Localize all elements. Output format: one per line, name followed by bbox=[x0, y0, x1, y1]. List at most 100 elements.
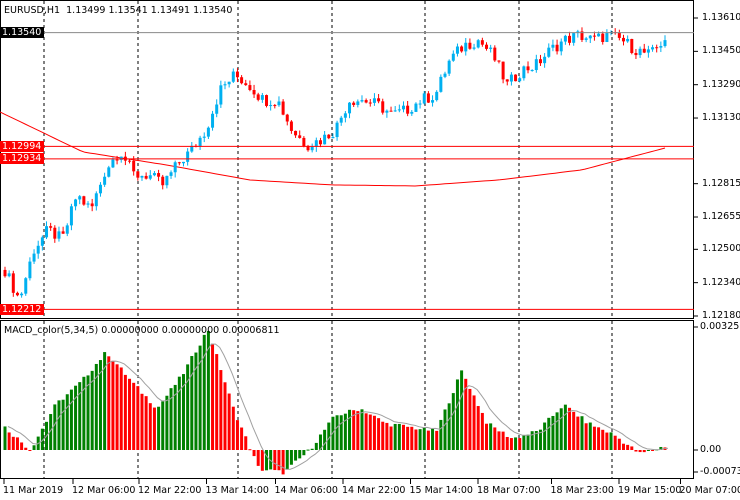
bear-candle bbox=[289, 121, 293, 131]
macd-bar-down bbox=[111, 360, 115, 450]
bull-candle bbox=[572, 33, 576, 43]
macd-bar-down bbox=[505, 436, 509, 450]
macd-bar-down bbox=[621, 443, 625, 450]
bull-candle bbox=[111, 159, 115, 168]
bull-candle bbox=[551, 44, 555, 48]
macd-bar-down bbox=[626, 444, 630, 450]
bull-candle bbox=[489, 47, 493, 49]
macd-bar-up bbox=[418, 429, 422, 450]
bull-candle bbox=[559, 41, 563, 52]
bull-candle bbox=[435, 91, 439, 101]
bear-candle bbox=[177, 162, 181, 164]
macd-bar-down bbox=[651, 450, 655, 451]
bull-candle bbox=[646, 49, 650, 53]
time-axis-label: 15 Mar 14:00 bbox=[409, 485, 473, 496]
bull-candle bbox=[215, 104, 219, 114]
indicator-value: 0.00000000 bbox=[101, 325, 159, 336]
indicator-header: MACD_color(5,34,5) 0.00000000 0.00000000… bbox=[4, 325, 280, 337]
bull-candle bbox=[310, 146, 314, 151]
time-axis-label: 14 Mar 06:00 bbox=[274, 485, 338, 496]
macd-bar-up bbox=[343, 413, 347, 450]
bull-candle bbox=[547, 47, 551, 57]
macd-bar-down bbox=[576, 416, 580, 450]
bull-candle bbox=[223, 84, 227, 86]
macd-bar-down bbox=[273, 450, 277, 471]
price-axis-label: 1.12500 bbox=[702, 243, 740, 255]
bull-candle bbox=[397, 109, 401, 111]
bull-candle bbox=[605, 32, 609, 43]
macd-bar-down bbox=[148, 403, 152, 450]
macd-bar-up bbox=[588, 422, 592, 450]
macd-bar-up bbox=[522, 435, 526, 450]
bull-candle bbox=[638, 48, 642, 56]
macd-bar-down bbox=[630, 446, 634, 450]
bull-candle bbox=[431, 100, 435, 103]
indicator-value: 0.00000000 bbox=[161, 325, 220, 336]
macd-bar-up bbox=[202, 334, 206, 450]
macd-bar-down bbox=[107, 356, 111, 450]
price-axis-label: 1.13130 bbox=[702, 112, 740, 124]
bull-candle bbox=[74, 199, 78, 207]
bull-candle bbox=[227, 81, 231, 85]
bear-candle bbox=[352, 102, 356, 105]
bear-candle bbox=[53, 227, 57, 239]
price-tag: 1.12212 bbox=[0, 303, 44, 315]
macd-bar-up bbox=[298, 450, 302, 459]
macd-bar-down bbox=[480, 412, 484, 450]
macd-bar-down bbox=[435, 430, 439, 450]
macd-bar-down bbox=[377, 418, 381, 450]
bear-candle bbox=[389, 110, 393, 112]
bear-candle bbox=[90, 203, 94, 207]
time-axis-label: 11 Mar 2019 bbox=[3, 485, 64, 496]
macd-bar-up bbox=[393, 423, 397, 450]
macd-bar-down bbox=[485, 423, 489, 450]
macd-bar-down bbox=[260, 450, 264, 471]
bull-candle bbox=[152, 173, 156, 176]
bear-candle bbox=[11, 273, 15, 293]
bear-candle bbox=[115, 159, 119, 161]
macd-bar-down bbox=[401, 424, 405, 450]
bear-candle bbox=[294, 130, 298, 136]
bull-candle bbox=[269, 105, 273, 107]
macd-bar-down bbox=[219, 370, 223, 450]
bear-candle bbox=[460, 46, 464, 52]
bull-candle bbox=[78, 196, 82, 200]
bull-candle bbox=[534, 59, 538, 71]
macd-bar-up bbox=[431, 428, 435, 450]
bear-candle bbox=[318, 140, 322, 145]
bear-candle bbox=[132, 160, 136, 172]
price-axis-label: 1.13610 bbox=[702, 12, 740, 23]
bear-candle bbox=[505, 79, 509, 82]
macd-bar-down bbox=[381, 421, 385, 450]
macd-bar-down bbox=[132, 382, 136, 450]
bear-candle bbox=[377, 98, 381, 102]
macd-bar-up bbox=[580, 416, 584, 450]
bear-candle bbox=[621, 37, 625, 42]
macd-bar-up bbox=[3, 426, 7, 450]
bear-candle bbox=[49, 226, 53, 228]
bull-candle bbox=[32, 253, 36, 262]
macd-bar-down bbox=[115, 364, 119, 450]
macd-bar-down bbox=[426, 430, 430, 450]
bull-candle bbox=[584, 38, 588, 40]
price-axis-label: 1.13450 bbox=[702, 45, 740, 57]
macd-bar-down bbox=[277, 450, 281, 471]
macd-bar-down bbox=[368, 414, 372, 450]
chart-header: EURUSD,H1 1.13499 1.13541 1.13491 1.1354… bbox=[4, 5, 232, 17]
bull-candle bbox=[588, 35, 592, 39]
bear-candle bbox=[256, 94, 260, 100]
time-axis-label: 12 Mar 22:00 bbox=[138, 485, 202, 496]
bear-candle bbox=[630, 38, 634, 53]
macd-bar-down bbox=[7, 432, 11, 450]
time-axis-label: 20 Mar 07:00 bbox=[679, 485, 740, 496]
bull-candle bbox=[626, 38, 630, 42]
bull-candle bbox=[659, 46, 663, 48]
bear-candle bbox=[617, 32, 621, 38]
bull-candle bbox=[464, 42, 468, 52]
macd-bar-up bbox=[348, 409, 352, 450]
bull-candle bbox=[518, 78, 522, 82]
bear-candle bbox=[634, 52, 638, 56]
bear-candle bbox=[555, 44, 559, 52]
bear-candle bbox=[298, 135, 302, 138]
price-chart[interactable] bbox=[0, 0, 740, 500]
